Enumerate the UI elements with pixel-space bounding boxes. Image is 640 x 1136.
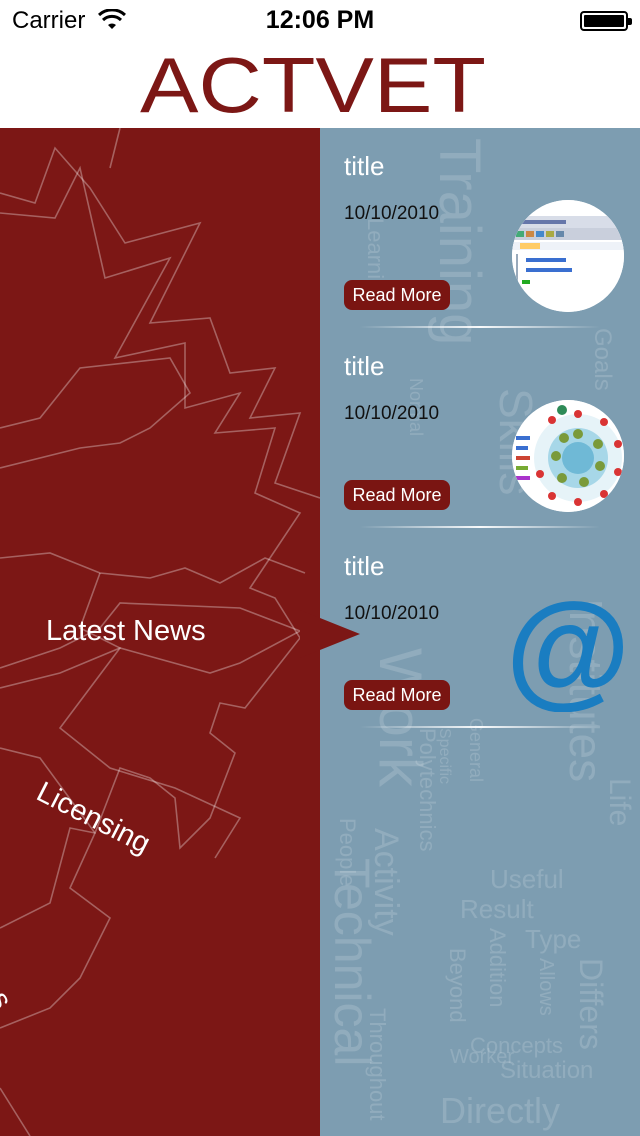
bg-word: Throughout <box>365 1008 390 1121</box>
bg-word: Useful <box>490 864 564 894</box>
bg-word: Life <box>603 778 636 826</box>
bg-word: Specific <box>436 728 453 784</box>
bg-word: Directly <box>440 1090 560 1131</box>
news-date: 10/10/2010 <box>344 403 440 424</box>
at-sign-icon: @ <box>508 592 628 712</box>
bg-word: Beyond <box>445 948 470 1023</box>
bg-word: Result <box>460 894 534 924</box>
battery-icon <box>580 11 632 31</box>
read-more-button[interactable]: Read More <box>344 680 450 710</box>
screenshot-thumbnail <box>512 200 624 312</box>
selection-pointer <box>300 610 360 658</box>
status-bar: Carrier 12:06 PM <box>0 0 640 40</box>
svg-text:@: @ <box>508 592 628 712</box>
news-date: 10/10/2010 <box>344 203 440 224</box>
divider <box>360 726 600 728</box>
clock: 12:06 PM <box>265 6 375 34</box>
news-item[interactable]: title 10/10/2010 Read More @ <box>320 528 640 728</box>
news-item[interactable]: title 10/10/2010 Read More <box>320 128 640 328</box>
svg-text:ACTVET: ACTVET <box>140 50 486 122</box>
bg-word: Addition <box>485 928 510 1008</box>
bg-word: People <box>335 818 360 887</box>
news-title: title <box>344 351 385 381</box>
app-header: ACTVET <box>0 40 640 128</box>
read-more-button[interactable]: Read More <box>344 280 450 310</box>
bg-word: Differs <box>573 958 609 1050</box>
actvet-logo: ACTVET <box>140 50 486 122</box>
read-more-button[interactable]: Read More <box>344 480 450 510</box>
bg-word: Allows <box>535 958 557 1016</box>
bg-word: Type <box>525 924 581 954</box>
news-item[interactable]: title 10/10/2010 Read More <box>320 328 640 528</box>
news-title: title <box>344 151 385 181</box>
bg-word: Worker <box>450 1046 514 1068</box>
menu-item-latest-news[interactable]: Latest News <box>46 615 206 648</box>
main-menu-panel: Latest News Licensing Institutes <box>0 128 320 1136</box>
circle-diagram-thumbnail <box>512 400 624 512</box>
news-title: title <box>344 551 385 581</box>
news-panel: Training Institutes Work Skills Activity… <box>320 128 640 1136</box>
